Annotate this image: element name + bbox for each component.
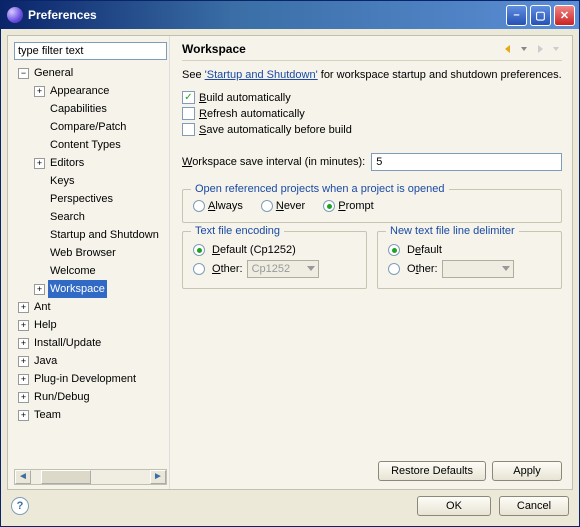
tree-workspace[interactable]: Workspace — [48, 280, 107, 298]
expand-rundebug[interactable]: + — [18, 392, 29, 403]
restore-defaults-button[interactable]: Restore Defaults — [378, 461, 486, 481]
expand-editors[interactable]: + — [34, 158, 45, 169]
open-referenced-title: Open referenced projects when a project … — [191, 183, 449, 195]
app-icon — [7, 7, 23, 23]
close-button[interactable]: ✕ — [554, 5, 575, 26]
encoding-group: Text file encoding Default (Cp1252) Othe… — [182, 231, 367, 289]
save-auto-checkbox[interactable] — [182, 123, 195, 136]
radio-always[interactable] — [193, 200, 205, 212]
tree-help[interactable]: Help — [32, 316, 59, 334]
interval-input[interactable] — [371, 153, 562, 171]
tree-startup[interactable]: Startup and Shutdown — [48, 226, 161, 244]
radio-delim-other[interactable] — [388, 263, 400, 275]
tree-content-types[interactable]: Content Types — [48, 136, 123, 154]
apply-button[interactable]: Apply — [492, 461, 562, 481]
back-icon[interactable] — [502, 43, 514, 55]
expand-java[interactable]: + — [18, 356, 29, 367]
delim-other-combo[interactable] — [442, 260, 514, 278]
page-title: Workspace — [182, 42, 502, 56]
expand-install[interactable]: + — [18, 338, 29, 349]
preferences-tree[interactable]: −General +Appearance Capabilities Compar… — [14, 64, 167, 467]
scroll-left-button[interactable]: ◄ — [15, 470, 31, 484]
refresh-auto-checkbox[interactable] — [182, 107, 195, 120]
page-description: See 'Startup and Shutdown' for workspace… — [182, 69, 562, 81]
dialog-footer: ? OK Cancel — [7, 490, 573, 520]
enc-other-label: Other: — [212, 263, 243, 275]
window-title: Preferences — [28, 8, 506, 22]
delim-other-label: Other: — [407, 263, 438, 275]
tree-perspectives[interactable]: Perspectives — [48, 190, 115, 208]
delimiter-title: New text file line delimiter — [386, 225, 519, 237]
tree-welcome[interactable]: Welcome — [48, 262, 98, 280]
tree-editors[interactable]: Editors — [48, 154, 86, 172]
filter-input[interactable] — [14, 42, 167, 60]
radio-prompt-label: Prompt — [338, 200, 373, 212]
tree-keys[interactable]: Keys — [48, 172, 76, 190]
expand-help[interactable]: + — [18, 320, 29, 331]
minimize-button[interactable]: – — [506, 5, 527, 26]
tree-ant[interactable]: Ant — [32, 298, 53, 316]
scroll-thumb[interactable] — [41, 470, 91, 484]
tree-install[interactable]: Install/Update — [32, 334, 103, 352]
expand-workspace[interactable]: + — [34, 284, 45, 295]
expand-general[interactable]: − — [18, 68, 29, 79]
tree-capabilities[interactable]: Capabilities — [48, 100, 109, 118]
ok-button[interactable]: OK — [417, 496, 491, 516]
build-auto-label: Build automatically — [199, 92, 291, 104]
help-icon[interactable]: ? — [11, 497, 29, 515]
scroll-right-button[interactable]: ► — [150, 470, 166, 484]
enc-default-label: Default (Cp1252) — [212, 244, 296, 256]
radio-never[interactable] — [261, 200, 273, 212]
enc-other-combo[interactable]: Cp1252 — [247, 260, 319, 278]
save-auto-label: Save automatically before build — [199, 124, 352, 136]
tree-sidebar: −General +Appearance Capabilities Compar… — [8, 36, 170, 489]
radio-never-label: Never — [276, 200, 305, 212]
build-auto-checkbox[interactable]: ✓ — [182, 91, 195, 104]
radio-delim-default[interactable] — [388, 244, 400, 256]
tree-webbrowser[interactable]: Web Browser — [48, 244, 118, 262]
expand-team[interactable]: + — [18, 410, 29, 421]
tree-appearance[interactable]: Appearance — [48, 82, 111, 100]
tree-compare[interactable]: Compare/Patch — [48, 118, 128, 136]
tree-plugin[interactable]: Plug-in Development — [32, 370, 138, 388]
delim-default-label: Default — [407, 244, 442, 256]
radio-prompt[interactable] — [323, 200, 335, 212]
preference-page: Workspace See 'Startup and Shutdown' for… — [176, 36, 572, 489]
cancel-button[interactable]: Cancel — [499, 496, 569, 516]
encoding-title: Text file encoding — [191, 225, 284, 237]
back-menu-icon[interactable] — [518, 43, 530, 55]
radio-enc-default[interactable] — [193, 244, 205, 256]
preferences-window: Preferences – ▢ ✕ −General +Appearance C… — [0, 0, 580, 527]
expand-plugin[interactable]: + — [18, 374, 29, 385]
maximize-button[interactable]: ▢ — [530, 5, 551, 26]
tree-search[interactable]: Search — [48, 208, 87, 226]
expand-ant[interactable]: + — [18, 302, 29, 313]
refresh-auto-label: Refresh automatically — [199, 108, 305, 120]
tree-rundebug[interactable]: Run/Debug — [32, 388, 92, 406]
tree-hscrollbar[interactable]: ◄ ► — [14, 469, 167, 485]
forward-icon[interactable] — [534, 43, 546, 55]
radio-enc-other[interactable] — [193, 263, 205, 275]
open-referenced-group: Open referenced projects when a project … — [182, 189, 562, 223]
tree-java[interactable]: Java — [32, 352, 59, 370]
expand-appearance[interactable]: + — [34, 86, 45, 97]
interval-label: Workspace save interval (in minutes): — [182, 156, 365, 168]
tree-general[interactable]: General — [32, 64, 75, 82]
titlebar: Preferences – ▢ ✕ — [1, 1, 579, 29]
radio-always-label: Always — [208, 200, 243, 212]
startup-shutdown-link[interactable]: 'Startup and Shutdown' — [205, 69, 318, 81]
forward-menu-icon[interactable] — [550, 43, 562, 55]
tree-team[interactable]: Team — [32, 406, 63, 424]
delimiter-group: New text file line delimiter Default Oth… — [377, 231, 562, 289]
